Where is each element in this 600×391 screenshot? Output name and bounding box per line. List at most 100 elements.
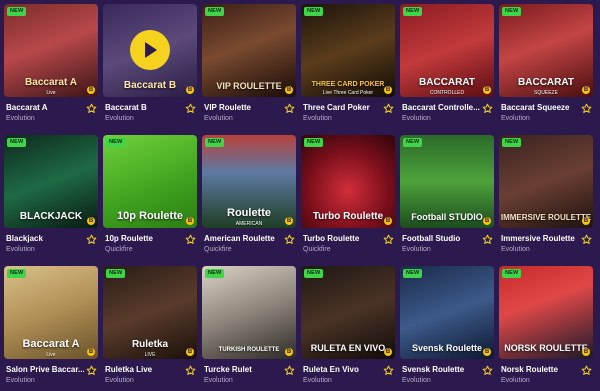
game-thumbnail[interactable]: NEW Roulette AMERICAN B [202, 135, 296, 228]
game-provider: Evolution [402, 377, 431, 384]
game-thumbnail[interactable]: NEW IMMERSIVE ROULETTE B [499, 135, 593, 228]
new-badge: NEW [106, 138, 126, 147]
game-thumbnail[interactable]: NEW NORSK ROULETTE B [499, 266, 593, 359]
game-title[interactable]: Baccarat Squeeze [501, 103, 569, 112]
game-card[interactable]: NEW Football STUDIO B Football Studio Evolut… [400, 135, 494, 260]
game-thumbnail[interactable]: NEW 10p Roulette B [103, 135, 197, 228]
favorite-star-icon[interactable] [581, 101, 592, 113]
game-title[interactable]: VIP Roulette [204, 103, 251, 112]
game-thumbnail[interactable]: NEW Svensk Roulette B [400, 266, 494, 359]
game-title[interactable]: Baccarat B [105, 103, 147, 112]
new-badge: NEW [502, 7, 522, 16]
game-card[interactable]: NEW THREE CARD POKER Live Three Card Poker… [301, 4, 395, 129]
favorite-star-icon[interactable] [185, 101, 196, 113]
game-provider: Evolution [6, 246, 35, 253]
provider-badge-icon: B [384, 348, 392, 356]
favorite-star-icon[interactable] [383, 232, 394, 244]
game-meta: Ruletka Live Evolution [103, 359, 197, 389]
game-thumbnail[interactable]: NEW Ruletka LIVE B [103, 266, 197, 359]
game-title[interactable]: Baccarat Controlle... [402, 103, 480, 112]
game-title[interactable]: American Roulette [204, 234, 275, 243]
game-thumbnail[interactable]: NEW THREE CARD POKER Live Three Card Poker… [301, 4, 395, 97]
game-thumbnail[interactable]: NEW BACCARAT CONTROLLED B [400, 4, 494, 97]
play-button[interactable] [130, 30, 170, 70]
favorite-star-icon[interactable] [482, 232, 493, 244]
game-card[interactable]: NEW VIP ROULETTE B VIP Roulette Evolution [202, 4, 296, 129]
game-thumbnail[interactable]: NEW Baccarat A Live B [4, 266, 98, 359]
game-title[interactable]: Turcke Rulet [204, 365, 252, 374]
favorite-star-icon[interactable] [284, 232, 295, 244]
game-title[interactable]: Ruletka Live [105, 365, 152, 374]
provider-badge-icon: B [285, 348, 293, 356]
favorite-star-icon[interactable] [185, 363, 196, 375]
game-logo-text: NORSK ROULETTE [504, 343, 588, 353]
game-logo-text: RULETA EN VIVO [310, 343, 386, 353]
game-meta: Svensk Roulette Evolution [400, 359, 494, 389]
game-thumbnail[interactable]: Baccarat B B [103, 4, 197, 97]
game-thumbnail[interactable]: NEW TURKISH ROULETTE B [202, 266, 296, 359]
game-card[interactable]: NEW IMMERSIVE ROULETTE B Immersive Roulette… [499, 135, 593, 260]
provider-badge-icon: B [582, 217, 590, 225]
favorite-star-icon[interactable] [284, 101, 295, 113]
provider-badge-icon: B [186, 348, 194, 356]
game-thumbnail[interactable]: NEW Football STUDIO B [400, 135, 494, 228]
favorite-star-icon[interactable] [581, 232, 592, 244]
game-logo-text: BLACKJACK [19, 211, 83, 222]
game-thumbnail[interactable]: NEW Turbo Roulette B [301, 135, 395, 228]
game-card[interactable]: NEW Svensk Roulette B Svensk Roulette Evolut… [400, 266, 494, 391]
game-title[interactable]: Ruleta En Vivo [303, 365, 359, 374]
favorite-star-icon[interactable] [383, 101, 394, 113]
favorite-star-icon[interactable] [86, 232, 97, 244]
game-card[interactable]: NEW BACCARAT SQUEEZE B Baccarat Squeeze Evolu… [499, 4, 593, 129]
game-card[interactable]: NEW Baccarat A Live B Baccarat A Evolution [4, 4, 98, 129]
game-card[interactable]: NEW NORSK ROULETTE B Norsk Roulette Evolutio… [499, 266, 593, 391]
game-thumbnail[interactable]: NEW RULETA EN VIVO B [301, 266, 395, 359]
game-meta: American Roulette Quickfire [202, 228, 296, 258]
game-meta: Immersive Roulette Evolution [499, 228, 593, 258]
game-title[interactable]: Salon Prive Baccar... [6, 365, 84, 374]
game-meta: Baccarat B Evolution [103, 97, 197, 127]
game-title[interactable]: Svensk Roulette [402, 365, 464, 374]
game-title[interactable]: Three Card Poker [303, 103, 370, 112]
game-provider: Quickfire [303, 246, 331, 253]
game-card[interactable]: NEW Turbo Roulette B Turbo Roulette Quickfir… [301, 135, 395, 260]
favorite-star-icon[interactable] [284, 363, 295, 375]
game-thumbnail[interactable]: NEW BACCARAT SQUEEZE B [499, 4, 593, 97]
game-card[interactable]: NEW Baccarat A Live B Salon Prive Baccar... E… [4, 266, 98, 391]
favorite-star-icon[interactable] [383, 363, 394, 375]
game-card[interactable]: NEW BACCARAT CONTROLLED B Baccarat Controlle… [400, 4, 494, 129]
game-title[interactable]: 10p Roulette [105, 234, 153, 243]
favorite-star-icon[interactable] [581, 363, 592, 375]
game-card[interactable]: Baccarat B B Baccarat B Evolution [103, 4, 197, 129]
game-logo-text: Roulette [227, 207, 271, 219]
provider-badge-icon: B [285, 86, 293, 94]
game-card[interactable]: NEW RULETA EN VIVO B Ruleta En Vivo Evolutio… [301, 266, 395, 391]
favorite-star-icon[interactable] [86, 363, 97, 375]
provider-badge-icon: B [87, 217, 95, 225]
game-title[interactable]: Immersive Roulette [501, 234, 575, 243]
game-logo-text: Svensk Roulette [411, 343, 483, 353]
game-card[interactable]: NEW TURKISH ROULETTE B Turcke Rulet Evolutio… [202, 266, 296, 391]
game-provider: Evolution [501, 377, 530, 384]
game-thumbnail[interactable]: NEW BLACKJACK B [4, 135, 98, 228]
game-card[interactable]: NEW Roulette AMERICAN B American Roulette Qui… [202, 135, 296, 260]
game-card[interactable]: NEW Ruletka LIVE B Ruletka Live Evolution [103, 266, 197, 391]
game-title[interactable]: Football Studio [402, 234, 460, 243]
game-provider: Quickfire [204, 246, 232, 253]
favorite-star-icon[interactable] [185, 232, 196, 244]
game-thumbnail[interactable]: NEW VIP ROULETTE B [202, 4, 296, 97]
game-thumbnail[interactable]: NEW Baccarat A Live B [4, 4, 98, 97]
game-card[interactable]: NEW BLACKJACK B Blackjack Evolution [4, 135, 98, 260]
favorite-star-icon[interactable] [86, 101, 97, 113]
game-logo-subtext: Live [46, 90, 56, 96]
game-title[interactable]: Blackjack [6, 234, 43, 243]
favorite-star-icon[interactable] [482, 101, 493, 113]
favorite-star-icon[interactable] [482, 363, 493, 375]
game-logo-subtext: LIVE [144, 352, 156, 358]
game-card[interactable]: NEW 10p Roulette B 10p Roulette Quickfire [103, 135, 197, 260]
new-badge: NEW [502, 269, 522, 278]
new-badge: NEW [304, 7, 324, 16]
game-title[interactable]: Turbo Roulette [303, 234, 359, 243]
game-title[interactable]: Baccarat A [6, 103, 48, 112]
game-title[interactable]: Norsk Roulette [501, 365, 558, 374]
